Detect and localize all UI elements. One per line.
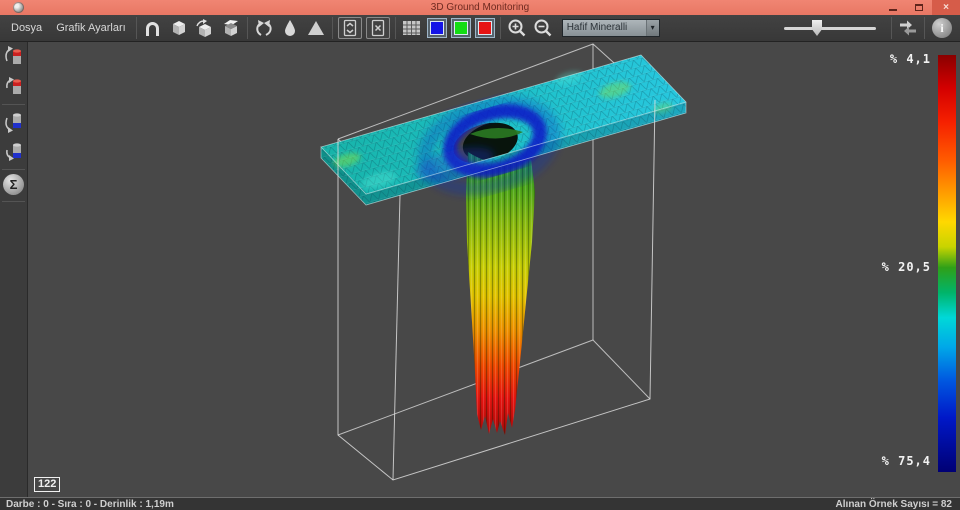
zoom-out-icon[interactable] — [530, 16, 556, 40]
menu-grafik-ayarlari[interactable]: Grafik Ayarları — [49, 15, 133, 42]
minimize-icon — [889, 9, 897, 11]
frame-counter: 122 — [34, 477, 60, 492]
grid-icon[interactable] — [399, 16, 425, 40]
rotate-red-cylinder-icon — [3, 45, 25, 69]
toolbar-separator — [136, 17, 137, 39]
minimize-button[interactable] — [880, 0, 906, 15]
blue-swatch — [430, 21, 444, 35]
sum-button[interactable]: Σ — [3, 174, 24, 195]
tilt-red-cylinder-button[interactable] — [0, 72, 28, 102]
mineral-combobox[interactable]: Hafif Mineralli ▾ — [562, 19, 660, 37]
mineral-combobox-value: Hafif Mineralli — [563, 20, 646, 36]
slider-thumb[interactable] — [812, 20, 822, 36]
green-swatch-button[interactable] — [451, 18, 471, 38]
red-swatch — [478, 21, 492, 35]
info-button[interactable]: i — [932, 18, 952, 38]
green-swatch — [454, 21, 468, 35]
cube-open-icon[interactable] — [218, 16, 244, 40]
status-right: Alınan Örnek Sayısı = 82 — [836, 499, 952, 510]
cone-icon[interactable] — [303, 16, 329, 40]
toolbar-separator — [891, 17, 892, 39]
tilt-blue-cylinder-icon — [3, 140, 25, 164]
toolbar: Dosya Grafik Ayarları — [0, 15, 960, 42]
legend-label-top: % 4,1 — [890, 52, 931, 66]
chevron-down-icon[interactable]: ▾ — [646, 20, 659, 36]
doc-expand-icon[interactable] — [338, 17, 362, 39]
color-scale-bar — [938, 55, 956, 472]
compare-arrows-icon[interactable] — [895, 16, 921, 40]
toolbar-separator — [395, 17, 396, 39]
cube-rotate-icon[interactable] — [192, 16, 218, 40]
cube-icon[interactable] — [166, 16, 192, 40]
window-title: 3D Ground Monitoring — [0, 0, 960, 15]
toolbar-right-group: i — [784, 16, 956, 40]
undo-arrows-icon[interactable] — [251, 16, 277, 40]
maximize-button[interactable] — [906, 0, 932, 15]
viewport-3d[interactable]: % 4,1 % 20,5 % 75,4 122 — [29, 42, 960, 497]
rotate-blue-cylinder-button[interactable] — [0, 107, 28, 137]
droplet-icon[interactable] — [277, 16, 303, 40]
tilt-red-cylinder-icon — [3, 75, 25, 99]
toolbar-separator — [924, 17, 925, 39]
sidebar-separator — [2, 104, 25, 105]
status-bar: Darbe : 0 - Sıra : 0 - Derinlik : 1,19m … — [0, 497, 960, 510]
red-swatch-button[interactable] — [475, 18, 495, 38]
doc-close-icon[interactable] — [366, 17, 390, 39]
left-sidebar: Σ — [0, 42, 28, 497]
menu-dosya[interactable]: Dosya — [4, 15, 49, 42]
legend-label-middle: % 20,5 — [882, 260, 931, 274]
legend-label-bottom: % 75,4 — [882, 454, 931, 468]
blue-swatch-button[interactable] — [427, 18, 447, 38]
rotate-red-cylinder-button[interactable] — [0, 42, 28, 72]
title-bar: 3D Ground Monitoring × — [0, 0, 960, 15]
app-window: 3D Ground Monitoring × Dosya Grafik Ayar… — [0, 0, 960, 510]
tilt-blue-cylinder-button[interactable] — [0, 137, 28, 167]
maximize-icon — [915, 4, 923, 11]
close-button[interactable]: × — [932, 0, 960, 15]
ground-model-scene — [29, 42, 960, 497]
sidebar-separator — [2, 169, 25, 170]
slider-track[interactable] — [784, 27, 876, 30]
sidebar-separator — [2, 201, 25, 202]
arch-icon[interactable] — [140, 16, 166, 40]
toolbar-separator — [332, 17, 333, 39]
rotate-blue-cylinder-icon — [3, 110, 25, 134]
toolbar-separator — [247, 17, 248, 39]
zoom-in-icon[interactable] — [504, 16, 530, 40]
opacity-slider[interactable] — [784, 19, 876, 37]
window-controls: × — [880, 0, 960, 15]
status-left: Darbe : 0 - Sıra : 0 - Derinlik : 1,19m — [6, 499, 174, 510]
toolbar-separator — [500, 17, 501, 39]
